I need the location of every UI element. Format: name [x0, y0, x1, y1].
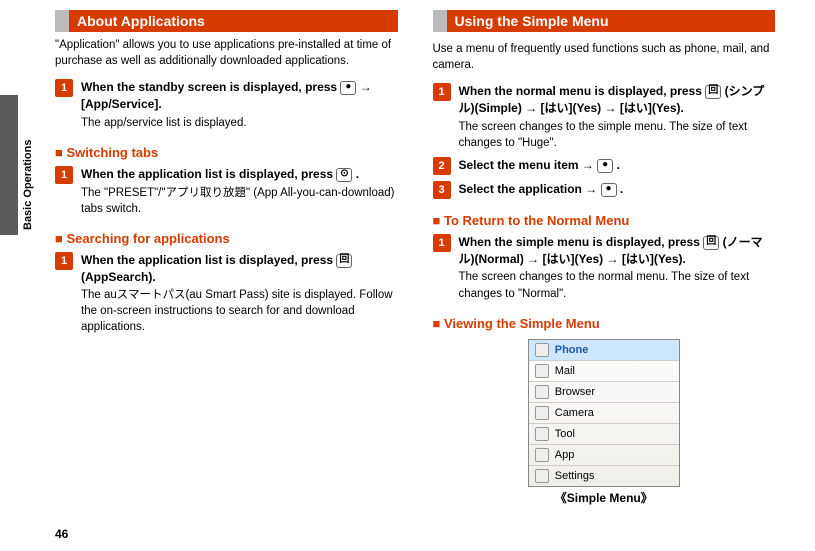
step-text: Select the application →	[459, 182, 601, 196]
app-icon	[535, 448, 549, 462]
menu-label: Settings	[555, 470, 595, 482]
menu-label: Camera	[555, 407, 594, 419]
step-desc: The auスマートパス(au Smart Pass) site is disp…	[81, 287, 398, 335]
center-key-icon: ●	[340, 81, 356, 95]
soft-key-icon: 回	[703, 236, 719, 250]
step-text: When the simple menu is displayed, press	[459, 235, 704, 249]
step-number: 1	[55, 252, 73, 270]
step-number: 1	[433, 234, 451, 252]
center-key-icon: ●	[601, 183, 617, 197]
page-columns: About Applications "Application" allows …	[0, 0, 815, 506]
settings-icon	[535, 469, 549, 483]
list-item: Settings	[529, 466, 679, 486]
menu-label: Phone	[555, 344, 589, 356]
step-number: 1	[55, 79, 73, 97]
simple-menu-screenshot: Phone Mail Browser Camera Tool App Setti…	[528, 339, 680, 487]
menu-label: App	[555, 449, 575, 461]
right-step-a2: 2 Select the menu item → ● .	[433, 157, 776, 175]
step-number: 1	[55, 166, 73, 184]
right-header: Using the Simple Menu	[433, 10, 776, 32]
step-text: .	[617, 158, 620, 172]
step-number: 3	[433, 181, 451, 199]
step-text: (AppSearch).	[81, 270, 156, 284]
side-section-label: Basic Operations	[22, 140, 34, 230]
left-step-c1: 1 When the application list is displayed…	[55, 252, 398, 336]
right-step-a1: 1 When the normal menu is displayed, pre…	[433, 83, 776, 151]
left-step-b1: 1 When the application list is displayed…	[55, 166, 398, 217]
step-text: When the application list is displayed, …	[81, 167, 336, 181]
list-item: Phone	[529, 340, 679, 361]
menu-label: Browser	[555, 386, 595, 398]
browser-icon	[535, 385, 549, 399]
step-number: 1	[433, 83, 451, 101]
screenshot-caption: 《Simple Menu》	[433, 489, 776, 506]
step-desc: The screen changes to the normal menu. T…	[459, 269, 776, 301]
tool-icon	[535, 427, 549, 441]
step-text: .	[356, 167, 359, 181]
step-text: .	[620, 182, 623, 196]
step-desc: The app/service list is displayed.	[81, 115, 398, 131]
step-text: Select the menu item →	[459, 158, 598, 172]
list-item: Tool	[529, 424, 679, 445]
phone-icon	[535, 343, 549, 357]
step-desc: The "PRESET"/"アプリ取り放題" (App All-you-can-…	[81, 185, 398, 217]
subhead-view: Viewing the Simple Menu	[433, 316, 776, 331]
left-intro: "Application" allows you to use applicat…	[55, 38, 398, 69]
step-text: When the standby screen is displayed, pr…	[81, 80, 340, 94]
list-item: Browser	[529, 382, 679, 403]
left-header: About Applications	[55, 10, 398, 32]
step-desc: The screen changes to the simple menu. T…	[459, 119, 776, 151]
left-step-a1: 1 When the standby screen is displayed, …	[55, 79, 398, 131]
right-step-a3: 3 Select the application → ● .	[433, 181, 776, 199]
subhead-search: Searching for applications	[55, 231, 398, 246]
step-text: When the normal menu is displayed, press	[459, 84, 706, 98]
subhead-return: To Return to the Normal Menu	[433, 213, 776, 228]
step-number: 2	[433, 157, 451, 175]
mail-icon	[535, 364, 549, 378]
page-number: 46	[55, 527, 68, 541]
camera-icon	[535, 406, 549, 420]
soft-key-icon: 回	[336, 254, 352, 268]
right-intro: Use a menu of frequently used functions …	[433, 42, 776, 73]
side-tab-bg	[0, 95, 18, 235]
list-item: Camera	[529, 403, 679, 424]
list-item: App	[529, 445, 679, 466]
soft-key-icon: 回	[705, 85, 721, 99]
center-key-icon: ●	[597, 159, 613, 173]
subhead-switching: Switching tabs	[55, 145, 398, 160]
left-column: About Applications "Application" allows …	[55, 10, 398, 506]
step-text: When the application list is displayed, …	[81, 253, 336, 267]
menu-label: Tool	[555, 428, 575, 440]
list-item: Mail	[529, 361, 679, 382]
right-step-b1: 1 When the simple menu is displayed, pre…	[433, 234, 776, 302]
right-column: Using the Simple Menu Use a menu of freq…	[433, 10, 776, 506]
direction-key-icon: ⊙	[336, 168, 352, 182]
menu-label: Mail	[555, 365, 575, 377]
